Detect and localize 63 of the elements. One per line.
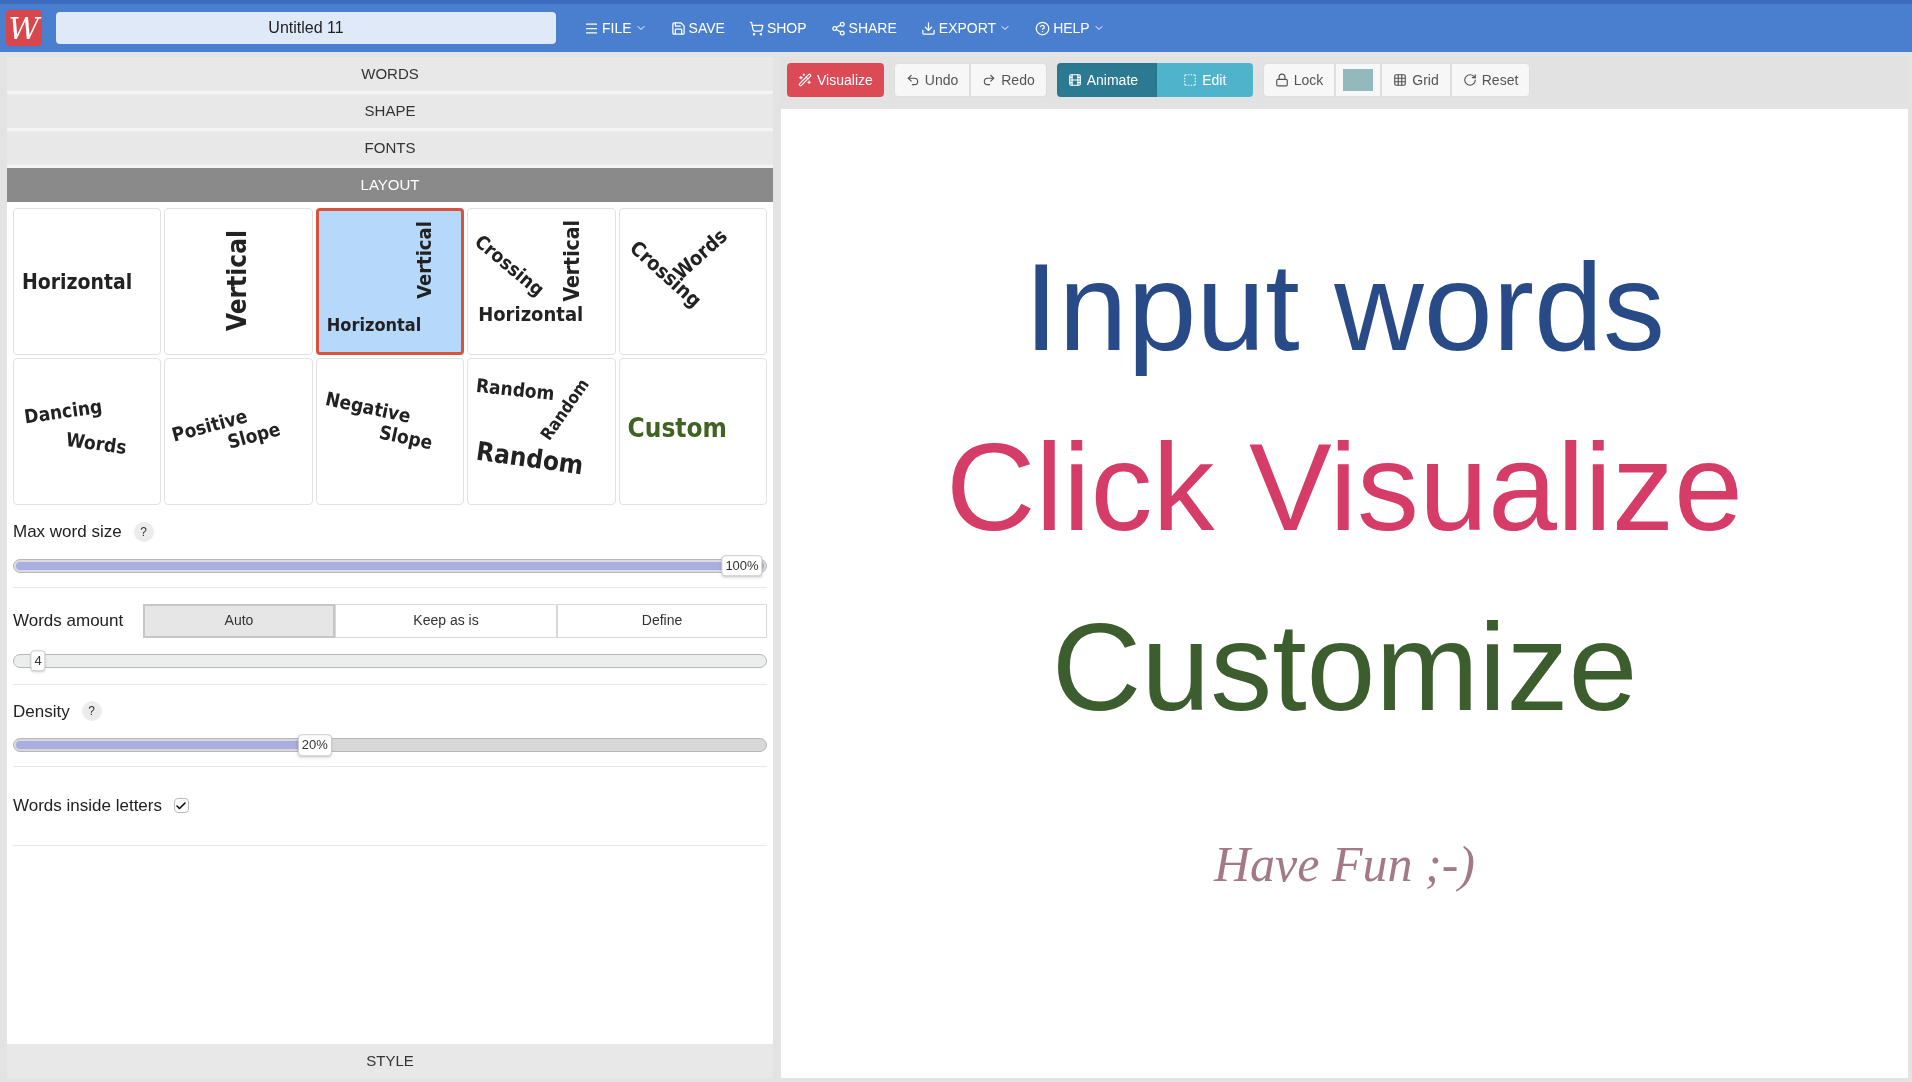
export-icon xyxy=(920,20,936,36)
animate-button[interactable]: Animate xyxy=(1056,63,1157,97)
layout-word: Horizontal xyxy=(22,269,133,296)
undo-button[interactable]: Undo xyxy=(893,63,971,97)
redo-button[interactable]: Redo xyxy=(970,63,1047,97)
field-label: Density xyxy=(13,700,70,723)
layout-option[interactable]: Positive Slope xyxy=(164,358,313,505)
undo-icon xyxy=(905,73,920,87)
layout-option[interactable]: Vertical xyxy=(164,208,313,355)
menu-button[interactable]: SHARE xyxy=(824,13,903,43)
slider-handle[interactable]: 100% xyxy=(721,554,763,577)
checkbox[interactable] xyxy=(173,798,189,814)
accordion-header[interactable]: FONTS xyxy=(7,131,773,165)
accordion-header[interactable]: WORDS xyxy=(7,57,773,91)
color-swatch[interactable] xyxy=(1335,63,1382,97)
reset-icon xyxy=(1462,73,1477,87)
lock-icon xyxy=(1274,73,1289,87)
segment-button[interactable]: Define xyxy=(557,603,767,638)
app-logo[interactable]: W xyxy=(6,10,42,46)
layout-option[interactable]: Custom xyxy=(618,358,767,505)
shop-icon xyxy=(748,20,764,36)
layout-word: Custom xyxy=(627,412,727,445)
grid-icon xyxy=(1393,73,1408,87)
help-badge[interactable]: ? xyxy=(133,521,154,542)
share-icon xyxy=(830,20,846,36)
layout-option[interactable]: Negative Slope xyxy=(315,358,465,505)
canvas-word: Customize xyxy=(1051,597,1638,738)
layout-option[interactable]: Horizontal xyxy=(13,208,162,355)
layout-option[interactable]: Dancing Words xyxy=(13,358,162,505)
help-icon xyxy=(1035,20,1051,36)
segment-button[interactable]: Keep as is xyxy=(335,603,557,638)
menu-button[interactable]: SAVE xyxy=(664,13,731,43)
layout-word: Vertical xyxy=(559,220,586,302)
layout-word: Vertical xyxy=(221,230,254,331)
canvas-footer-text: Have Fun ;-) xyxy=(1214,835,1475,894)
canvas-word: Click Visualize xyxy=(945,417,1744,558)
field-label: Max word size xyxy=(13,521,122,543)
menu-button[interactable]: FILE xyxy=(578,13,653,43)
redo-icon xyxy=(982,73,997,87)
layout-option[interactable]: Vertical Horizontal xyxy=(315,208,465,355)
visualize-button[interactable]: Visualize xyxy=(787,63,884,97)
slider-handle[interactable]: 20% xyxy=(297,734,332,756)
reset-button[interactable]: Reset xyxy=(1450,63,1531,97)
checkbox-label: Words inside letters xyxy=(13,795,162,817)
grid-button[interactable]: Grid xyxy=(1381,63,1451,97)
layout-word: Horizontal xyxy=(478,302,584,328)
layout-word: Vertical xyxy=(410,221,437,299)
file-icon xyxy=(584,20,599,36)
slider-handle[interactable]: 4 xyxy=(30,649,46,672)
menu-button[interactable]: HELP xyxy=(1029,13,1111,43)
menu-button[interactable]: SHOP xyxy=(742,13,813,43)
field-label: Words amount xyxy=(13,609,125,632)
save-icon xyxy=(670,20,686,36)
canvas-word: Input words xyxy=(1024,237,1665,378)
lock-button[interactable]: Lock xyxy=(1262,63,1336,97)
check-icon xyxy=(175,799,188,812)
menu-button[interactable]: EXPORT xyxy=(914,13,1018,43)
document-title[interactable]: Untitled 11 xyxy=(56,12,556,44)
accordion-header[interactable]: SHAPE xyxy=(7,94,773,128)
accordion-header[interactable]: STYLE xyxy=(7,1044,773,1078)
segment-button[interactable]: Auto xyxy=(143,603,335,638)
help-badge[interactable]: ? xyxy=(81,701,102,722)
layout-word: Horizontal xyxy=(326,313,422,337)
